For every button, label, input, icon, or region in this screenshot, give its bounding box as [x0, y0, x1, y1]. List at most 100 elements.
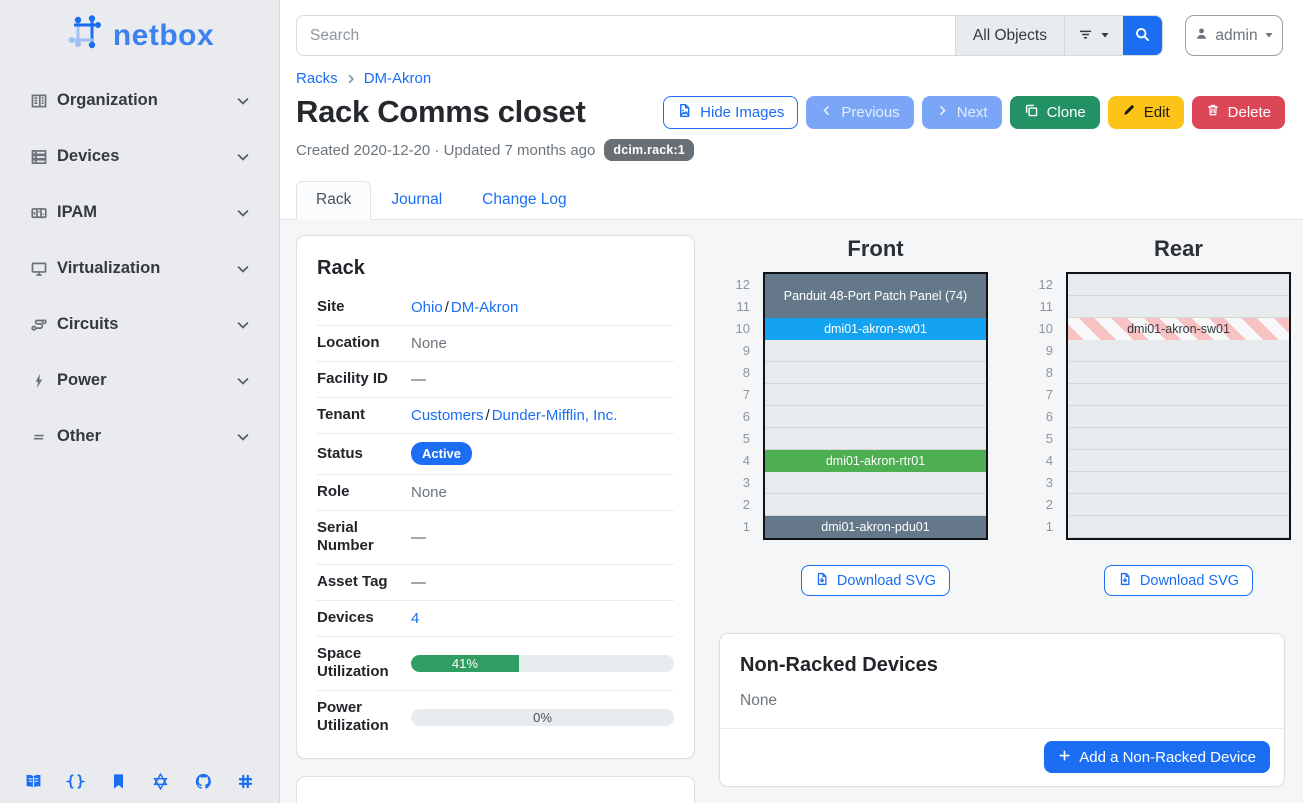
rack-slot-u2 — [765, 494, 986, 516]
delete-button[interactable]: Delete — [1192, 96, 1285, 129]
search-filter-button[interactable] — [1064, 16, 1123, 55]
header-actions: Hide Images Previous Next — [663, 96, 1285, 129]
next-button[interactable]: Next — [922, 96, 1002, 129]
user-menu-button[interactable]: admin — [1185, 15, 1283, 56]
caret-down-icon — [1264, 27, 1274, 45]
chevron-down-icon — [235, 373, 251, 389]
table-row-status: Status Active — [317, 434, 674, 475]
image-file-icon — [677, 103, 692, 122]
journal-bookmark-icon[interactable] — [109, 772, 128, 791]
tab-change-log[interactable]: Change Log — [462, 181, 586, 220]
facility-id-value: — — [411, 371, 674, 388]
sidebar-item-organization[interactable]: Organization — [0, 81, 279, 120]
sidebar-item-label: Other — [57, 427, 101, 446]
community-icon[interactable] — [151, 772, 170, 791]
sidebar-item-label: IPAM — [57, 203, 97, 222]
rack-device[interactable]: dmi01-akron-rtr01 — [765, 450, 986, 472]
elevation-title-front: Front — [763, 236, 988, 262]
sidebar-item-virtualization[interactable]: Virtualization — [0, 249, 279, 288]
serial-value: — — [411, 529, 674, 546]
rack-device[interactable]: dmi01-akron-sw01 — [765, 318, 986, 340]
object-id-badge: dcim.rack:1 — [604, 139, 694, 161]
chevron-right-icon — [345, 73, 357, 85]
search-input[interactable] — [297, 16, 955, 55]
unit-number: 1 — [719, 516, 750, 538]
unit-number: 5 — [1022, 428, 1053, 450]
chevron-left-icon — [820, 104, 833, 121]
unit-number: 10 — [1022, 318, 1053, 340]
tab-journal[interactable]: Journal — [371, 181, 462, 220]
unit-number: 6 — [1022, 406, 1053, 428]
unit-number: 4 — [1022, 450, 1053, 472]
lines-icon — [30, 428, 48, 446]
sidebar-footer — [0, 772, 279, 791]
add-non-racked-device-button[interactable]: Add a Non-Racked Device — [1044, 741, 1270, 773]
rack-device[interactable]: dmi01-akron-sw01 — [1068, 318, 1289, 340]
trash-icon — [1206, 103, 1220, 121]
sidebar-item-circuits[interactable]: Circuits — [0, 305, 279, 344]
chevron-down-icon — [235, 317, 251, 333]
rack-slot-u5 — [1068, 428, 1289, 450]
download-svg-button-rear[interactable]: Download SVG — [1104, 565, 1253, 596]
sidebar-item-power[interactable]: Power — [0, 361, 279, 400]
rack-slot-u7 — [765, 384, 986, 406]
sidebar-item-devices[interactable]: Devices — [0, 137, 279, 176]
tenant-link[interactable]: Dunder-Mifflin, Inc. — [492, 407, 618, 424]
rack-device[interactable]: dmi01-akron-pdu01 — [765, 516, 986, 538]
rack-slot-u3 — [765, 472, 986, 494]
region-link[interactable]: Ohio — [411, 299, 443, 316]
copy-icon — [1024, 103, 1039, 122]
chevron-down-icon — [235, 429, 251, 445]
github-icon[interactable] — [194, 772, 213, 791]
previous-button[interactable]: Previous — [806, 96, 913, 129]
unit-number: 7 — [719, 384, 750, 406]
route-icon — [30, 316, 48, 334]
devices-count-link[interactable]: 4 — [411, 610, 419, 627]
clone-button[interactable]: Clone — [1010, 96, 1100, 129]
left-column: Rack Site Ohio/DM-Akron Location None Fa… — [296, 235, 695, 803]
chevron-down-icon — [235, 205, 251, 221]
unit-number: 3 — [719, 472, 750, 494]
sidebar: netbox Organization Devices — [0, 0, 280, 803]
unit-number: 4 — [719, 450, 750, 472]
plus-icon — [1058, 749, 1071, 766]
breadcrumb-link-site[interactable]: DM-Akron — [364, 70, 432, 87]
rack-slot-u6 — [765, 406, 986, 428]
netbox-logo[interactable]: netbox — [0, 0, 279, 64]
table-row-space-utilization: Space Utilization 41% — [317, 637, 674, 691]
download-svg-button-front[interactable]: Download SVG — [801, 565, 950, 596]
search-submit-button[interactable] — [1123, 16, 1162, 55]
non-racked-empty-text: None — [740, 692, 1264, 710]
unit-number: 7 — [1022, 384, 1053, 406]
sidebar-item-ipam[interactable]: IPAM — [0, 193, 279, 232]
page-content: Rack Site Ohio/DM-Akron Location None Fa… — [280, 220, 1303, 803]
edit-button[interactable]: Edit — [1108, 96, 1184, 129]
rack-attributes-table: Site Ohio/DM-Akron Location None Facilit… — [317, 290, 674, 744]
tenant-group-link[interactable]: Customers — [411, 407, 484, 424]
status-badge: Active — [411, 442, 472, 465]
rack-slot-u8 — [1068, 362, 1289, 384]
filter-icon — [1078, 27, 1093, 45]
topbar: All Objects admin — [280, 0, 1303, 56]
user-icon — [1194, 26, 1209, 46]
rack-device[interactable]: Panduit 48-Port Patch Panel (74) — [765, 274, 986, 318]
docs-book-icon[interactable] — [24, 772, 43, 791]
sidebar-item-other[interactable]: Other — [0, 417, 279, 456]
sidebar-nav: Organization Devices IPAM — [0, 81, 279, 456]
site-link[interactable]: DM-Akron — [451, 299, 519, 316]
chevron-down-icon — [235, 149, 251, 165]
panel-title: Non-Racked Devices — [740, 654, 1264, 677]
slack-icon[interactable] — [236, 772, 255, 791]
panel-title: Rack — [317, 257, 674, 280]
api-braces-icon[interactable] — [66, 772, 85, 791]
rack-grid-rear: dmi01-akron-sw01 — [1066, 272, 1291, 540]
rack-slot-u11 — [1068, 296, 1289, 318]
hide-images-button[interactable]: Hide Images — [663, 96, 798, 129]
tab-rack[interactable]: Rack — [296, 181, 371, 220]
search-scope-button[interactable]: All Objects — [955, 16, 1064, 55]
elevation-title-rear: Rear — [1066, 236, 1291, 262]
breadcrumb-link-racks[interactable]: Racks — [296, 70, 338, 87]
sidebar-item-label: Power — [57, 371, 107, 390]
rack-grid-front: Panduit 48-Port Patch Panel (74)dmi01-ak… — [763, 272, 988, 540]
unit-number: 8 — [719, 362, 750, 384]
